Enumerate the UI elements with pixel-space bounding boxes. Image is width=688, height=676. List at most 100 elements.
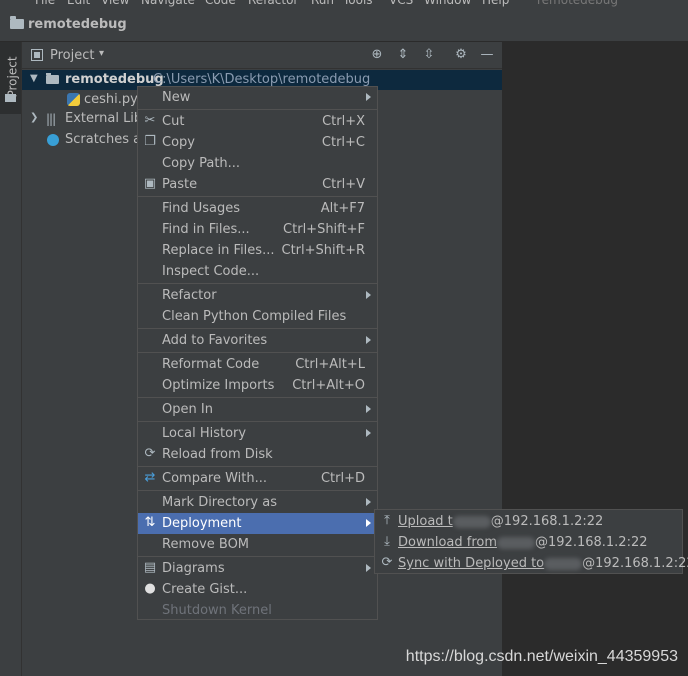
menu-code[interactable]: Code (205, 0, 236, 7)
context-menu-item-label: Mark Directory as (162, 495, 277, 510)
context-menu-item-compare-with[interactable]: ⇄ Compare With... Ctrl+D (138, 468, 377, 489)
context-menu-item-label: Inspect Code... (162, 264, 260, 279)
context-menu-item-label: Compare With... (162, 471, 268, 486)
menu-navigate[interactable]: Navigate (141, 0, 195, 7)
deployment-icon: ⇅ (144, 515, 156, 530)
submenu-arrow-icon (366, 336, 371, 344)
context-menu-item-local-history[interactable]: Local History (138, 423, 377, 444)
context-menu-item-create-gist[interactable]: ● Create Gist... (138, 579, 377, 600)
clipboard-icon: ▣ (143, 176, 157, 191)
submenu-arrow-icon (366, 498, 371, 506)
context-menu-item-refactor[interactable]: Refactor (138, 285, 377, 306)
editor-area (502, 42, 688, 676)
project-panel-header: Project ▾ ⊕ ⇕ ⇳ ⚙ — (22, 42, 502, 69)
menu-separator (138, 490, 377, 491)
diagram-icon: ▤ (143, 560, 157, 575)
tree-item-root-path: C:\Users\K\Desktop\remotedebug (153, 72, 371, 87)
context-menu-item-mark-directory-as[interactable]: Mark Directory as (138, 492, 377, 513)
download-icon: ⤓ (384, 534, 390, 549)
context-menu-item-label: Find Usages (162, 201, 241, 216)
context-menu-item-inspect-code[interactable]: Inspect Code... (138, 261, 377, 282)
context-menu-item-new[interactable]: New (138, 87, 377, 108)
context-menu-item-cut[interactable]: ✂ Cut Ctrl+X (138, 111, 377, 132)
folder-icon (10, 16, 24, 29)
python-file-icon (67, 93, 80, 106)
redacted-username (452, 515, 491, 528)
context-menu-item-label: Cut (162, 114, 185, 129)
context-menu-item-open-in[interactable]: Open In (138, 399, 377, 420)
menu-help[interactable]: Help (482, 0, 509, 7)
context-menu-item-label: Add to Favorites (162, 333, 268, 348)
tree-item-file-label: ceshi.py (84, 92, 138, 107)
context-menu-item-label: Copy Path... (162, 156, 241, 171)
menu-file[interactable]: File (35, 0, 55, 7)
menu-run[interactable]: Run (311, 0, 334, 7)
context-menu-item-diagrams[interactable]: ▤ Diagrams (138, 558, 377, 579)
deployment-submenu-item-upload[interactable]: ⤒ Upload t @192.168.1.2:22 (375, 511, 682, 532)
deployment-label-host: @192.168.1.2:22 (535, 535, 648, 550)
context-menu-item-add-to-favorites[interactable]: Add to Favorites (138, 330, 377, 351)
library-icon: ||| (46, 112, 56, 126)
context-menu-item-label: Paste (162, 177, 198, 192)
deployment-submenu-item-label: Sync with Deployed to @192.168.1.2:22... (398, 556, 688, 571)
chevron-down-icon[interactable]: ▾ (99, 48, 104, 59)
menu-separator (138, 109, 377, 110)
deployment-submenu-item-sync[interactable]: ⟳ Sync with Deployed to @192.168.1.2:22... (375, 553, 688, 574)
expand-all-icon[interactable]: ⇕ (394, 46, 412, 64)
context-menu-item-label: Optimize Imports (162, 378, 275, 393)
context-menu: New ✂ Cut Ctrl+X ❐ Copy Ctrl+C Copy Path... ▣ Pas… (137, 86, 378, 620)
shortcut-label: Ctrl+C (321, 135, 365, 150)
settings-icon[interactable]: ⚙ (452, 46, 470, 64)
context-menu-item-paste[interactable]: ▣ Paste Ctrl+V (138, 174, 377, 195)
project-view-icon (31, 49, 43, 61)
chevron-right-icon[interactable]: ❯ (30, 112, 38, 123)
menu-separator (138, 328, 377, 329)
menu-remotedebug[interactable]: remotedebug (537, 0, 618, 7)
copy-icon: ❐ (144, 134, 156, 149)
main-menu-bar: File Edit View Navigate Code Refactor Run Tools… (0, 0, 688, 8)
breadcrumb-project[interactable]: remotedebug (28, 17, 127, 32)
submenu-arrow-icon (366, 93, 371, 101)
context-menu-item-optimize-imports[interactable]: Optimize Imports Ctrl+Alt+O (138, 375, 377, 396)
deployment-submenu-item-download[interactable]: ⤓ Download from @192.168.1.2:22 (375, 532, 682, 553)
project-tool-tab[interactable]: Project (0, 42, 21, 114)
menu-tools[interactable]: Tools (343, 0, 373, 7)
locate-icon[interactable]: ⊕ (368, 46, 386, 64)
deployment-label-prefix: Download from (398, 535, 498, 550)
context-menu-item-clean-python-compiled-files[interactable]: Clean Python Compiled Files (138, 306, 377, 327)
context-menu-item-label: Reformat Code (162, 357, 260, 372)
context-menu-item-find-usages[interactable]: Find Usages Alt+F7 (138, 198, 377, 219)
scratches-icon (47, 134, 59, 146)
context-menu-item-label: New (162, 90, 191, 105)
menu-separator (138, 352, 377, 353)
project-view-selector[interactable]: Project (50, 48, 94, 63)
context-menu-item-reload-from-disk[interactable]: ⟳ Reload from Disk (138, 444, 377, 465)
menu-window[interactable]: Window (424, 0, 471, 7)
context-menu-item-reformat-code[interactable]: Reformat Code Ctrl+Alt+L (138, 354, 377, 375)
reload-icon: ⟳ (144, 446, 156, 461)
context-menu-item-deployment[interactable]: ⇅ Deployment (138, 513, 377, 534)
menu-separator (138, 397, 377, 398)
menu-vcs[interactable]: VCS (389, 0, 413, 7)
context-menu-item-label: Find in Files... (162, 222, 250, 237)
context-menu-item-label: Replace in Files... (162, 243, 275, 258)
deployment-submenu-item-label: Download from @192.168.1.2:22 (398, 535, 648, 550)
collapse-all-icon[interactable]: ⇳ (420, 46, 438, 64)
context-menu-item-remove-bom[interactable]: Remove BOM (138, 534, 377, 555)
menu-refactor[interactable]: Refactor (248, 0, 298, 7)
context-menu-item-replace-in-files[interactable]: Replace in Files... Ctrl+Shift+R (138, 240, 377, 261)
hide-icon[interactable]: — (478, 46, 496, 64)
redacted-username (497, 536, 536, 549)
deployment-label-prefix: Sync with Deployed to (398, 556, 545, 571)
chevron-down-icon[interactable]: ▼ (30, 73, 38, 84)
context-menu-item-label: Diagrams (162, 561, 225, 576)
context-menu-item-copy-path[interactable]: Copy Path... (138, 153, 377, 174)
deployment-label-prefix: Upload t (398, 514, 453, 529)
menu-edit[interactable]: Edit (67, 0, 90, 7)
context-menu-item-find-in-files[interactable]: Find in Files... Ctrl+Shift+F (138, 219, 377, 240)
context-menu-item-copy[interactable]: ❐ Copy Ctrl+C (138, 132, 377, 153)
submenu-arrow-icon (366, 564, 371, 572)
shortcut-label: Alt+F7 (320, 201, 365, 216)
menu-view[interactable]: View (101, 0, 129, 7)
submenu-arrow-icon (366, 405, 371, 413)
